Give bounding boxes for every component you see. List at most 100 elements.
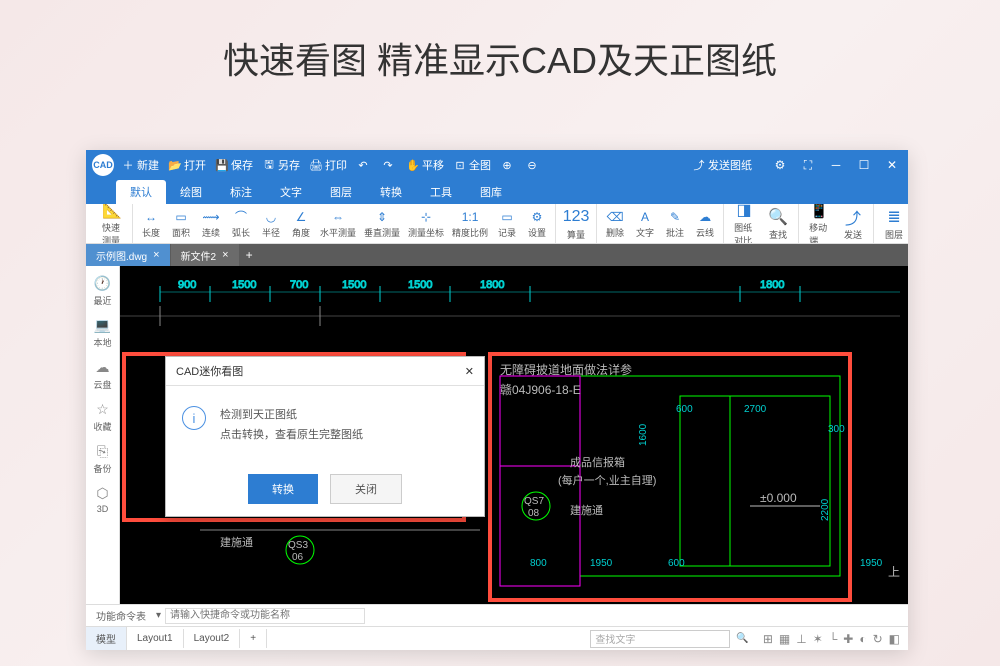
redo-button[interactable]: ↷ bbox=[382, 159, 397, 171]
eraser-icon: ⌫ bbox=[607, 209, 623, 225]
saveas-button[interactable]: 🖫另存 bbox=[263, 157, 300, 173]
scale-button[interactable]: 1:1精度比例 bbox=[449, 207, 491, 241]
close-tab-icon[interactable]: × bbox=[222, 249, 228, 261]
hmeasure-button[interactable]: ⇔水平测量 bbox=[317, 207, 359, 241]
tab-annotate[interactable]: 标注 bbox=[216, 180, 266, 204]
delete-button[interactable]: ⌫删除 bbox=[601, 207, 629, 241]
area-button[interactable]: ▭面积 bbox=[167, 207, 195, 241]
layout-tab-1[interactable]: Layout1 bbox=[127, 629, 184, 648]
find-text-input[interactable]: 查找文字 bbox=[590, 630, 730, 648]
polar-icon[interactable]: ✶ bbox=[813, 632, 823, 646]
tab-convert[interactable]: 转换 bbox=[366, 180, 416, 204]
print-icon: 🖨 bbox=[310, 159, 322, 171]
saveas-icon: 🖫 bbox=[263, 159, 275, 171]
layout-tab-2[interactable]: Layout2 bbox=[184, 629, 241, 648]
lwt-icon[interactable]: ◐ bbox=[859, 632, 866, 646]
tab-text[interactable]: 文字 bbox=[266, 180, 316, 204]
tab-library[interactable]: 图库 bbox=[466, 180, 516, 204]
annotate-button[interactable]: ✎批注 bbox=[661, 207, 689, 241]
zoom-in-button[interactable]: ⊕ bbox=[501, 159, 516, 171]
pan-button[interactable]: ✋平移 bbox=[407, 157, 444, 173]
titlebar: CAD ＋新建 📂打开 💾保存 🖫另存 🖨打印 ↶ ↷ ✋平移 ⊡全图 ⊕ ⊖ … bbox=[86, 150, 908, 180]
maximize-button[interactable]: ☐ bbox=[854, 155, 874, 175]
tab-tools[interactable]: 工具 bbox=[416, 180, 466, 204]
cad-app-window: CAD ＋新建 📂打开 💾保存 🖫另存 🖨打印 ↶ ↷ ✋平移 ⊡全图 ⊕ ⊖ … bbox=[86, 150, 908, 650]
file-tab-1[interactable]: 示例图.dwg× bbox=[86, 244, 170, 267]
svg-text:700: 700 bbox=[290, 279, 308, 291]
snap-icon[interactable]: ⊞ bbox=[763, 632, 773, 646]
layer-button[interactable]: ≣图层 bbox=[878, 205, 908, 243]
send-button[interactable]: ⤴发送 bbox=[837, 205, 869, 243]
arc-icon: ⌒ bbox=[233, 209, 249, 225]
find-button[interactable]: 🔍查找 bbox=[762, 205, 794, 243]
grid-icon[interactable]: ▦ bbox=[779, 632, 790, 646]
zoom-out-button[interactable]: ⊖ bbox=[526, 159, 541, 171]
cloud-button[interactable]: ☁云线 bbox=[691, 207, 719, 241]
fullscreen-icon[interactable]: ⛶ bbox=[798, 155, 818, 175]
osnap-icon[interactable]: └ bbox=[829, 632, 838, 646]
sidebar-backup[interactable]: ⎘备份 bbox=[89, 440, 117, 478]
send-drawing-button[interactable]: ⤴发送图纸 bbox=[693, 157, 752, 173]
close-button[interactable]: 关闭 bbox=[330, 474, 402, 504]
cube-icon: ⬡ bbox=[96, 485, 108, 502]
coords-button[interactable]: ⊹测量坐标 bbox=[405, 207, 447, 241]
add-tab-button[interactable]: + bbox=[240, 248, 259, 262]
open-button[interactable]: 📂打开 bbox=[169, 157, 206, 173]
minimize-button[interactable]: ─ bbox=[826, 155, 846, 175]
calc-icon: 123 bbox=[566, 207, 586, 227]
command-toggle-icon[interactable]: ▾ bbox=[152, 610, 165, 621]
file-tab-2[interactable]: 新文件2× bbox=[171, 244, 239, 267]
layout-tab-add[interactable]: + bbox=[240, 629, 267, 648]
dialog-close-button[interactable]: ✕ bbox=[465, 365, 474, 378]
text-button[interactable]: A文字 bbox=[631, 207, 659, 241]
zoom-extents-button[interactable]: ⊡全图 bbox=[454, 157, 491, 173]
area-icon: ▭ bbox=[173, 209, 189, 225]
sidebar-3d[interactable]: ⬡3D bbox=[89, 482, 117, 517]
length-button[interactable]: ↔长度 bbox=[137, 207, 165, 241]
regen-icon[interactable]: ↻ bbox=[873, 632, 883, 646]
sidebar-recent[interactable]: 🕐最近 bbox=[89, 272, 117, 310]
record-button[interactable]: ▭记录 bbox=[493, 207, 521, 241]
compare-button[interactable]: ◨图纸对比 bbox=[728, 204, 760, 244]
cloud-icon: ☁ bbox=[697, 209, 713, 225]
search-go-icon[interactable]: 🔍 bbox=[730, 633, 754, 644]
settings-icon[interactable]: ⚙ bbox=[770, 155, 790, 175]
svg-text:上: 上 bbox=[888, 565, 900, 579]
save-button[interactable]: 💾保存 bbox=[216, 157, 253, 173]
new-button[interactable]: ＋新建 bbox=[122, 157, 159, 173]
close-window-button[interactable]: ✕ bbox=[882, 155, 902, 175]
tab-draw[interactable]: 绘图 bbox=[166, 180, 216, 204]
ruler-icon: 📐 bbox=[102, 204, 122, 220]
send-icon: ⤴ bbox=[843, 207, 863, 227]
radius-button[interactable]: ◡半径 bbox=[257, 207, 285, 241]
ribbon-toolbar: 📐快速测量 ↔长度 ▭面积 ⟿连续 ⌒弧长 ◡半径 ∠角度 ⇔水平测量 ⇕垂直测… bbox=[86, 204, 908, 244]
quick-measure-button[interactable]: 📐快速测量 bbox=[96, 204, 128, 244]
layout-bar: 模型 Layout1 Layout2 + 查找文字 🔍 ⊞ ▦ ⊥ ✶ └ ✚ … bbox=[86, 626, 908, 650]
convert-button[interactable]: 转换 bbox=[248, 474, 318, 504]
undo-button[interactable]: ↶ bbox=[357, 159, 372, 171]
bg-icon[interactable]: ◧ bbox=[889, 632, 900, 646]
close-tab-icon[interactable]: × bbox=[153, 249, 159, 261]
tab-default[interactable]: 默认 bbox=[116, 180, 166, 204]
vmeasure-button[interactable]: ⇕垂直测量 bbox=[361, 207, 403, 241]
continuous-button[interactable]: ⟿连续 bbox=[197, 207, 225, 241]
settings-button[interactable]: ⚙设置 bbox=[523, 207, 551, 241]
ribbon-tabs: 默认 绘图 标注 文字 图层 转换 工具 图库 bbox=[86, 180, 908, 204]
layout-tab-model[interactable]: 模型 bbox=[86, 627, 127, 650]
mobile-button[interactable]: 📱移动端 bbox=[803, 204, 835, 244]
ortho-icon[interactable]: ⊥ bbox=[796, 632, 806, 646]
zoomin-icon: ⊕ bbox=[501, 159, 513, 171]
svg-text:1500: 1500 bbox=[342, 279, 366, 291]
command-input[interactable] bbox=[165, 608, 365, 624]
otrack-icon[interactable]: ✚ bbox=[843, 632, 853, 646]
calc-button[interactable]: 123算量 bbox=[560, 205, 592, 243]
page-heading: 快速看图 精准显示CAD及天正图纸 bbox=[0, 0, 1000, 108]
drawing-canvas[interactable]: 900 1500 700 1500 1500 1800 1800 bbox=[120, 266, 908, 604]
arclen-button[interactable]: ⌒弧长 bbox=[227, 207, 255, 241]
sidebar-local[interactable]: 💻本地 bbox=[89, 314, 117, 352]
print-button[interactable]: 🖨打印 bbox=[310, 157, 347, 173]
sidebar-cloud[interactable]: ☁云盘 bbox=[89, 356, 117, 394]
angle-button[interactable]: ∠角度 bbox=[287, 207, 315, 241]
tab-layer[interactable]: 图层 bbox=[316, 180, 366, 204]
sidebar-favorites[interactable]: ☆收藏 bbox=[89, 398, 117, 436]
